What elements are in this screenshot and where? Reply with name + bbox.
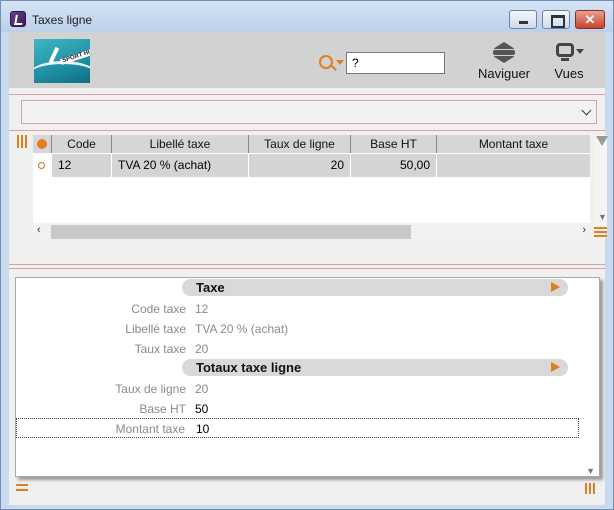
field-code-taxe: Code taxe 12 bbox=[16, 299, 579, 319]
detail-form: Taxe Code taxe 12 Libellé taxe TVA 20 % … bbox=[15, 277, 600, 477]
search-dropdown-icon[interactable] bbox=[336, 60, 344, 65]
expand-arrow-icon[interactable] bbox=[551, 282, 560, 292]
grid-horizontal-scrollbar[interactable]: ‹ › bbox=[33, 223, 590, 241]
field-taux-taxe: Taux taxe 20 bbox=[16, 339, 579, 359]
field-value[interactable]: 20 bbox=[195, 382, 208, 396]
field-value[interactable]: TVA 20 % (achat) bbox=[195, 322, 288, 336]
brand-logo: SPORT HUT bbox=[34, 39, 90, 83]
scroll-left-icon[interactable]: ‹ bbox=[37, 224, 41, 236]
cell-montant[interactable] bbox=[436, 154, 590, 177]
grid-header: Code Libellé taxe Taux de ligne Base HT … bbox=[33, 135, 590, 153]
cell-libelle[interactable]: TVA 20 % (achat) bbox=[111, 154, 248, 177]
divider-top bbox=[9, 94, 605, 95]
table-row[interactable]: 12 TVA 20 % (achat) 20 50,00 bbox=[33, 154, 590, 177]
app-window: Taxes ligne ✕ SPORT HUT Naviguer Vues bbox=[0, 0, 614, 510]
form-scroll-down-icon[interactable]: ▼ bbox=[586, 466, 595, 476]
field-value[interactable]: 12 bbox=[195, 302, 208, 316]
field-label: Base HT bbox=[139, 402, 186, 416]
field-label: Montant taxe bbox=[115, 422, 185, 436]
column-header-taux[interactable]: Taux de ligne bbox=[248, 135, 350, 153]
close-button[interactable]: ✕ bbox=[575, 10, 605, 29]
navigate-button[interactable]: Naviguer bbox=[477, 40, 531, 81]
bottom-menu-icon[interactable] bbox=[16, 483, 28, 495]
field-base-ht: Base HT 50 bbox=[16, 399, 579, 419]
field-value[interactable]: 20 bbox=[195, 342, 208, 356]
title-bar[interactable]: Taxes ligne ✕ bbox=[1, 1, 613, 32]
divider-mid bbox=[9, 130, 605, 131]
hamburger-icon[interactable] bbox=[594, 227, 607, 238]
section-title: Taxe bbox=[196, 280, 225, 295]
divider-bottom-1 bbox=[9, 264, 605, 265]
navigate-icon bbox=[491, 40, 517, 64]
search-input[interactable] bbox=[346, 52, 445, 74]
scroll-thumb[interactable] bbox=[51, 225, 411, 239]
maximize-button[interactable] bbox=[542, 10, 570, 29]
row-marker-icon bbox=[38, 162, 45, 169]
chevron-down-icon bbox=[576, 49, 584, 54]
filter-icon[interactable] bbox=[596, 136, 608, 146]
field-value[interactable]: 10 bbox=[196, 422, 209, 436]
views-button[interactable]: Vues bbox=[549, 40, 589, 81]
window-title: Taxes ligne bbox=[32, 13, 93, 27]
column-header-code[interactable]: Code bbox=[51, 135, 111, 153]
field-label: Taux de ligne bbox=[115, 382, 186, 396]
field-label: Taux taxe bbox=[134, 342, 186, 356]
field-libelle-taxe: Libellé taxe TVA 20 % (achat) bbox=[16, 319, 579, 339]
column-header-libelle[interactable]: Libellé taxe bbox=[111, 135, 248, 153]
toolbar: SPORT HUT Naviguer Vues bbox=[9, 32, 605, 88]
column-header-montant[interactable]: Montant taxe bbox=[436, 135, 590, 153]
cell-code[interactable]: 12 bbox=[51, 154, 111, 177]
divider-bottom-2 bbox=[9, 268, 605, 269]
close-icon: ✕ bbox=[584, 12, 596, 27]
expand-arrow-icon[interactable] bbox=[551, 362, 560, 372]
chevron-down-icon bbox=[581, 105, 592, 116]
minimize-button[interactable] bbox=[509, 10, 537, 29]
section-title: Totaux taxe ligne bbox=[196, 360, 302, 375]
views-label: Vues bbox=[554, 66, 584, 81]
client-area: SPORT HUT Naviguer Vues bbox=[9, 32, 608, 505]
scroll-down-icon[interactable]: ▼ bbox=[598, 212, 607, 222]
column-header-base[interactable]: Base HT bbox=[350, 135, 436, 153]
scroll-right-icon[interactable]: › bbox=[582, 224, 586, 236]
column-grip-icon[interactable] bbox=[17, 135, 29, 149]
record-indicator-icon bbox=[37, 139, 47, 149]
bottom-grip-icon[interactable] bbox=[585, 483, 597, 495]
search-icon[interactable] bbox=[319, 55, 333, 69]
field-label: Libellé taxe bbox=[125, 322, 186, 336]
cell-base[interactable]: 50,00 bbox=[350, 154, 436, 177]
field-label: Code taxe bbox=[131, 302, 186, 316]
filter-combo[interactable] bbox=[21, 100, 597, 124]
monitor-icon bbox=[554, 40, 584, 64]
field-value[interactable]: 50 bbox=[195, 402, 208, 416]
cell-taux[interactable]: 20 bbox=[248, 154, 350, 177]
app-icon bbox=[10, 11, 26, 27]
section-header-taxe[interactable]: Taxe bbox=[182, 279, 568, 296]
field-montant-taxe[interactable]: Montant taxe 10 bbox=[16, 418, 579, 438]
navigate-label: Naviguer bbox=[477, 66, 531, 81]
section-header-totaux[interactable]: Totaux taxe ligne bbox=[182, 359, 568, 376]
field-taux-ligne: Taux de ligne 20 bbox=[16, 379, 579, 399]
